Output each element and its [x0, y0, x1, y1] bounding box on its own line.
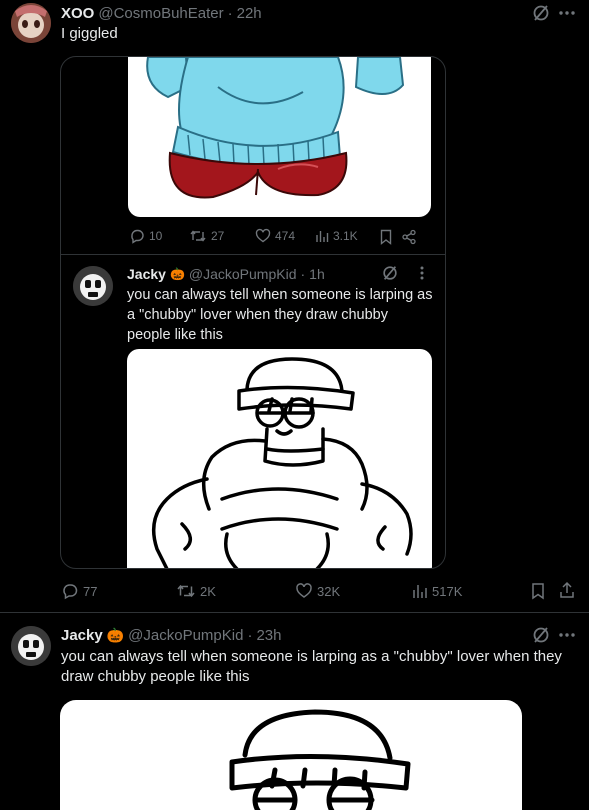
views-icon [413, 585, 427, 598]
repost-icon [177, 584, 195, 598]
avatar[interactable] [11, 626, 51, 666]
views-stat[interactable]: 517K [412, 582, 462, 600]
reply-stat[interactable]: 77 [61, 582, 97, 600]
reply-icon [131, 229, 144, 244]
user-handle[interactable]: @JackoPumpKid [128, 627, 243, 644]
attached-image[interactable] [60, 700, 522, 810]
avatar[interactable] [11, 3, 51, 43]
display-name[interactable]: Jacky [61, 627, 103, 644]
separator-dot: · [247, 626, 253, 644]
inner-drawing-image [127, 349, 432, 568]
repost-count: 27 [211, 229, 225, 243]
heart-icon [255, 228, 271, 243]
like-count: 32K [317, 583, 341, 599]
repost-stat[interactable]: 2K [176, 582, 216, 600]
user-handle: @JackoPumpKid [188, 266, 297, 282]
pumpkin-badge-icon: 🎃 [169, 267, 185, 281]
repost-count: 2K [200, 583, 216, 599]
display-name[interactable]: XOO [61, 5, 94, 22]
more-options-icon[interactable] [558, 627, 576, 648]
post-text: you can always tell when someone is larp… [127, 287, 433, 343]
grok-icon[interactable] [531, 3, 551, 28]
display-name: Jacky [127, 266, 166, 282]
like-count: 474 [275, 229, 296, 243]
user-handle[interactable]: @CosmoBuhEater [98, 5, 223, 22]
post-time[interactable]: 23h [256, 627, 281, 644]
quoted-like-stat[interactable]: 474 [255, 228, 295, 244]
share-icon[interactable] [401, 229, 417, 250]
separator-dot: · [227, 4, 233, 22]
bookmark-icon[interactable] [530, 582, 546, 605]
reply-count: 10 [149, 229, 163, 243]
post-text: you can always tell when someone is larp… [61, 648, 562, 685]
reply-icon [63, 584, 78, 600]
separator-dot: · [300, 266, 306, 282]
like-stat[interactable]: 32K [295, 582, 340, 600]
quoted-reply-stat[interactable]: 10 [129, 228, 162, 244]
views-icon [316, 231, 329, 242]
avatar [73, 266, 113, 306]
more-options-icon [419, 265, 425, 286]
inner-divider [61, 254, 445, 255]
post-text: I giggled [61, 25, 118, 42]
post-divider [0, 612, 589, 613]
quoted-views-stat[interactable]: 3.1K [315, 228, 358, 244]
more-options-icon[interactable] [558, 5, 576, 26]
reply-count: 77 [83, 583, 98, 599]
quoted-repost-stat[interactable]: 27 [189, 228, 224, 244]
bookmark-icon[interactable] [379, 229, 393, 250]
inner-image [128, 57, 431, 217]
attached-image[interactable]: 10 27 474 3.1K Jacky 🎃 @JackoPumpKid · 1… [60, 56, 446, 569]
heart-icon [296, 583, 312, 598]
pumpkin-badge-icon: 🎃 [106, 626, 125, 643]
repost-icon [190, 230, 206, 242]
post-time: 1h [309, 266, 325, 282]
post-time[interactable]: 22h [237, 5, 262, 22]
views-count: 3.1K [333, 229, 358, 243]
grok-icon [381, 264, 399, 287]
views-count: 517K [432, 583, 463, 599]
share-icon[interactable] [558, 581, 576, 604]
